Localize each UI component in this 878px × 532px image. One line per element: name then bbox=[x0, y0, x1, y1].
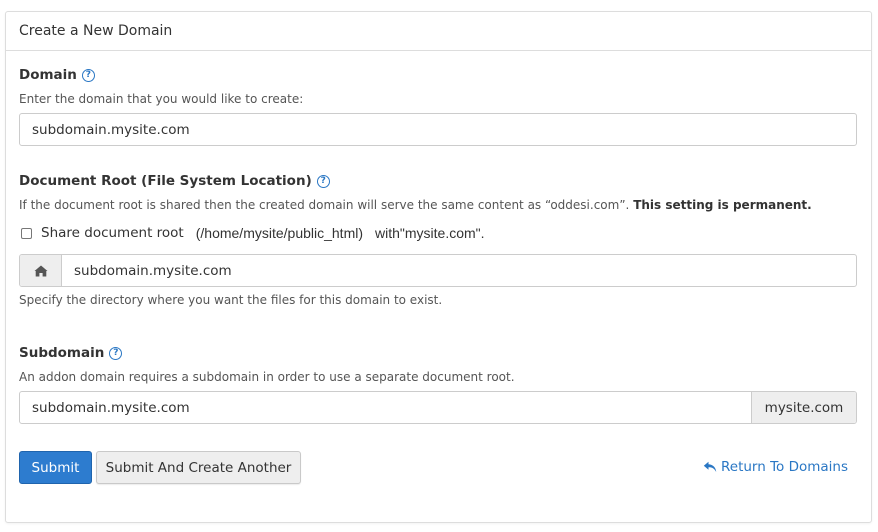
create-domain-panel: Create a New Domain Domain ? Enter the d… bbox=[5, 11, 872, 523]
subdomain-label: Subdomain bbox=[19, 345, 105, 361]
share-document-root-row[interactable]: Share document root (/home/mysite/public… bbox=[21, 225, 485, 241]
domain-description: Enter the domain that you would like to … bbox=[19, 92, 304, 106]
document-root-description-text: If the document root is shared then the … bbox=[19, 198, 630, 212]
home-icon bbox=[20, 255, 62, 286]
subdomain-help-icon[interactable]: ? bbox=[109, 346, 123, 360]
panel-title: Create a New Domain bbox=[19, 23, 173, 39]
share-document-root-checkbox[interactable] bbox=[21, 227, 32, 239]
document-root-input-value: subdomain.mysite.com bbox=[74, 262, 232, 279]
reply-arrow-icon bbox=[703, 461, 717, 472]
document-root-input[interactable]: subdomain.mysite.com bbox=[19, 254, 857, 287]
return-to-domains-label[interactable]: Return To Domains bbox=[721, 459, 848, 475]
subdomain-description: An addon domain requires a subdomain in … bbox=[19, 370, 515, 384]
subdomain-label-row: Subdomain ? bbox=[19, 345, 123, 361]
document-root-help-icon[interactable]: ? bbox=[316, 174, 330, 188]
domain-help-icon[interactable]: ? bbox=[81, 68, 95, 82]
panel-heading: Create a New Domain bbox=[6, 12, 871, 51]
submit-button[interactable]: Submit bbox=[19, 451, 92, 484]
domain-input-value: subdomain.mysite.com bbox=[32, 121, 190, 138]
share-document-root-path: (/home/mysite/public_html) bbox=[195, 225, 364, 241]
document-root-description: If the document root is shared then the … bbox=[19, 198, 812, 212]
share-document-root-label[interactable]: Share document root bbox=[41, 225, 184, 241]
subdomain-suffix: mysite.com bbox=[751, 392, 856, 423]
domain-label: Domain bbox=[19, 67, 77, 83]
share-document-root-with: with"mysite.com". bbox=[375, 225, 485, 241]
submit-and-create-another-button[interactable]: Submit And Create Another bbox=[96, 451, 301, 484]
return-to-domains-link[interactable]: Return To Domains bbox=[703, 459, 848, 475]
domain-input[interactable]: subdomain.mysite.com bbox=[19, 113, 857, 146]
subdomain-input[interactable]: subdomain.mysite.com mysite.com bbox=[19, 391, 857, 424]
domain-label-row: Domain ? bbox=[19, 67, 95, 83]
subdomain-input-value: subdomain.mysite.com bbox=[32, 399, 190, 416]
document-root-hint: Specify the directory where you want the… bbox=[19, 293, 443, 307]
document-root-label-row: Document Root (File System Location) ? bbox=[19, 173, 330, 189]
document-root-label: Document Root (File System Location) bbox=[19, 173, 312, 189]
document-root-permanent-note: This setting is permanent. bbox=[633, 198, 812, 212]
